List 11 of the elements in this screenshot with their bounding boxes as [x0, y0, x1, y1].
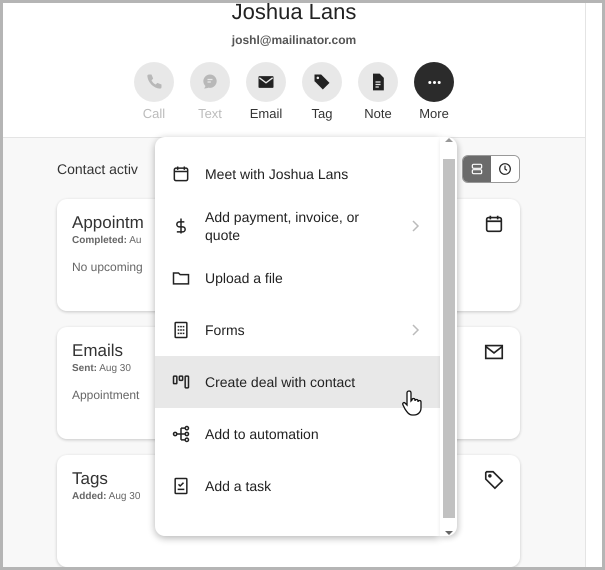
contact-name: Joshua Lans [232, 3, 356, 25]
card-meta: Added: Aug 30 [72, 491, 140, 502]
card-title: Emails [72, 341, 124, 361]
card-body: No upcoming [72, 260, 144, 274]
contact-email: joshl@mailinator.com [232, 33, 356, 47]
card-title: Tags [72, 469, 109, 489]
card-body: Appointment [72, 388, 140, 402]
card-meta: Sent: Aug 30 [72, 363, 132, 374]
card-meta: Completed: Au [72, 235, 142, 246]
section-title: Contact activ [57, 161, 138, 177]
card-title: Appointm [72, 213, 144, 233]
